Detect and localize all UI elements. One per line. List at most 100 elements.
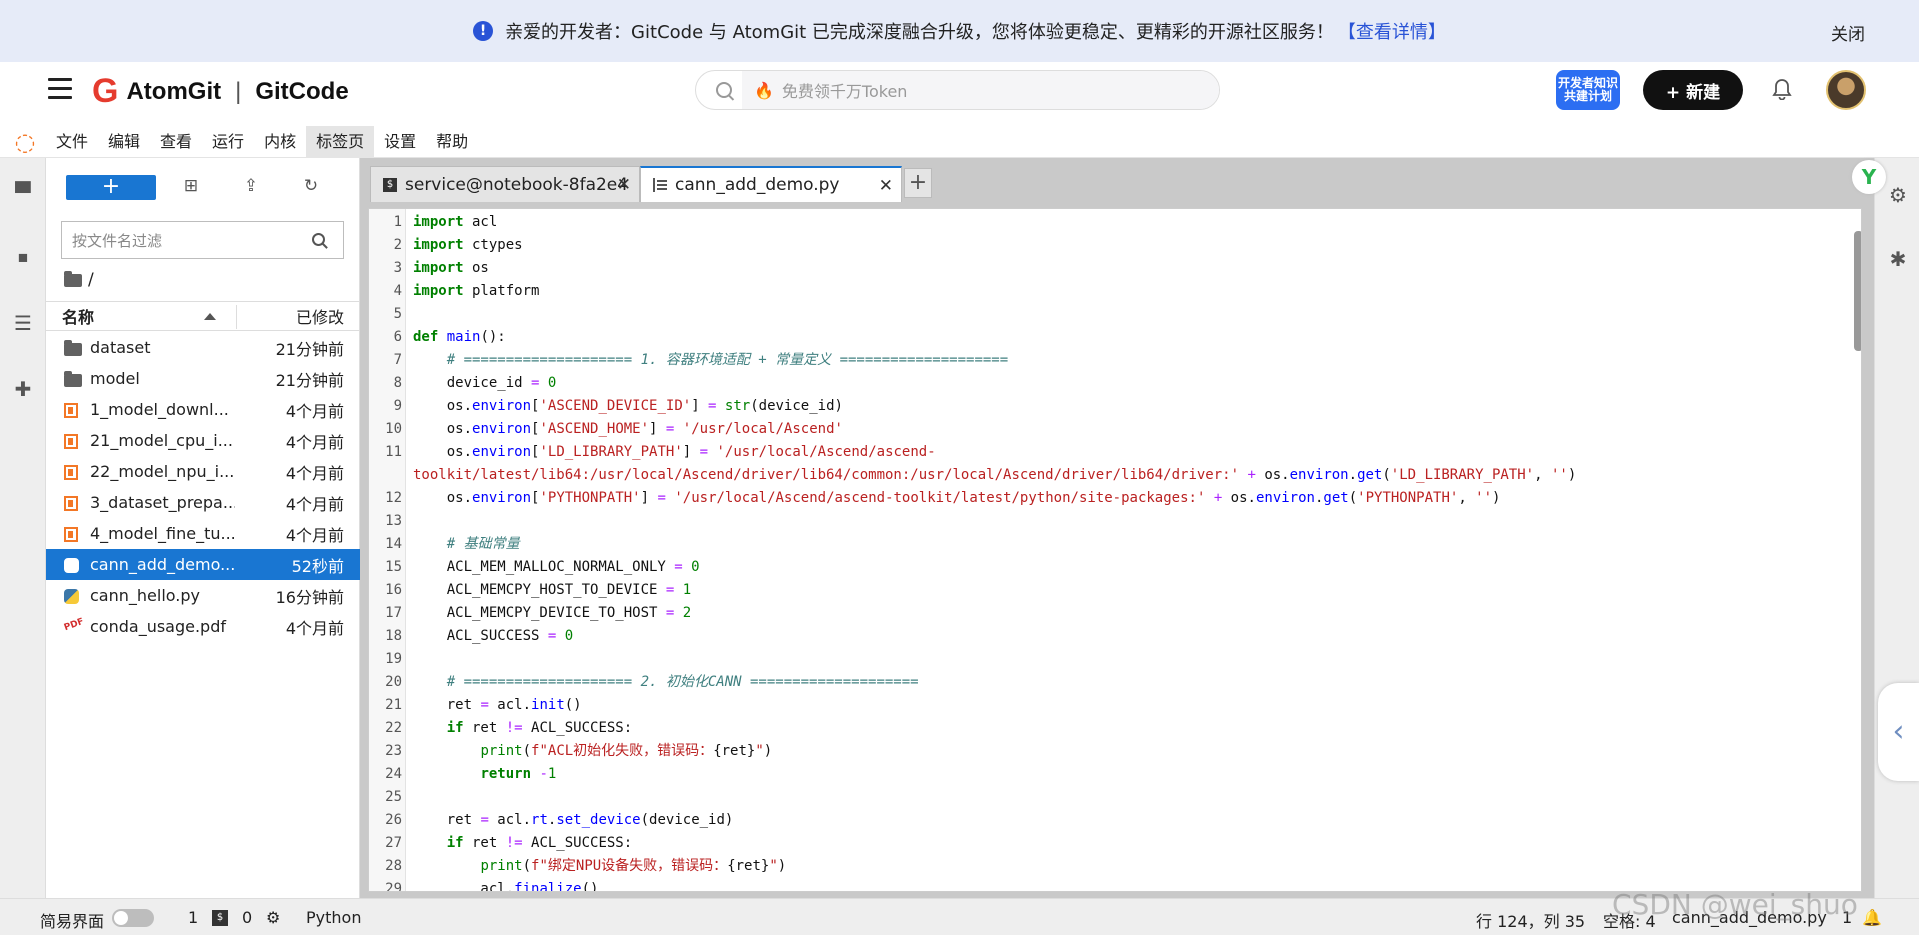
- line-number: 12: [385, 490, 402, 506]
- line-number: 4: [393, 283, 402, 299]
- upload-icon[interactable]: ⇪: [240, 176, 262, 198]
- column-modified[interactable]: 已修改: [296, 304, 344, 328]
- debugger-icon[interactable]: ✱: [1887, 248, 1909, 270]
- tab-terminal[interactable]: $ service@notebook-8fa2e4 ✕: [370, 166, 640, 202]
- file-modified: 16分钟前: [275, 587, 344, 607]
- file-name: conda_usage.pdf: [90, 617, 226, 636]
- file-row[interactable]: 3_dataset_prepa... 4个月前: [46, 487, 360, 518]
- line-number: 8: [393, 375, 402, 391]
- assistant-icon[interactable]: Y: [1852, 160, 1886, 194]
- close-tab-icon[interactable]: ✕: [617, 175, 631, 195]
- menu-kernel[interactable]: 内核: [254, 126, 306, 158]
- kernel-count[interactable]: 0: [242, 908, 252, 927]
- sort-ascending-icon: [204, 313, 216, 320]
- file-modified: 21分钟前: [275, 339, 344, 359]
- site-logo[interactable]: G AtomGit | GitCode: [92, 72, 349, 111]
- line-number: 14: [385, 536, 402, 552]
- line-number: 18: [385, 628, 402, 644]
- menu-file[interactable]: 文件: [46, 126, 98, 158]
- terminal-count[interactable]: 1: [188, 908, 198, 927]
- collapse-panel-chevron-icon[interactable]: ‹: [1878, 683, 1919, 781]
- menu-edit[interactable]: 编辑: [98, 126, 150, 158]
- line-number: 27: [385, 835, 402, 851]
- code-line: ACL_MEMCPY_HOST_TO_DEVICE = 1: [413, 582, 692, 598]
- breadcrumb[interactable]: /: [64, 270, 94, 290]
- banner-details-link[interactable]: 【查看详情】: [1338, 18, 1446, 44]
- new-button[interactable]: + 新建: [1643, 70, 1743, 110]
- line-number: 11: [385, 444, 402, 460]
- column-name[interactable]: 名称: [62, 304, 94, 328]
- line-number: 1: [393, 214, 402, 230]
- file-name: model: [90, 369, 140, 388]
- vertical-scrollbar[interactable]: [1853, 215, 1861, 887]
- refresh-icon[interactable]: ↻: [300, 176, 322, 198]
- file-browser: + ⊞ ⇪ ↻ 按文件名过滤 / 名称 已修改 dataset 21分钟前 mode…: [46, 158, 360, 898]
- menu-settings[interactable]: 设置: [374, 126, 426, 158]
- file-row[interactable]: cann_add_demo... 52秒前: [46, 549, 360, 580]
- watermark: CSDN @wei_shuo: [1612, 888, 1858, 921]
- property-inspector-icon[interactable]: ⚙: [1887, 184, 1909, 206]
- code-editor[interactable]: 1 import acl 2 import ctypes 3 import os 4 impo…: [368, 208, 1862, 892]
- line-number: 16: [385, 582, 402, 598]
- file-name: cann_hello.py: [90, 586, 200, 605]
- atomgit-logo-icon: G: [92, 72, 119, 110]
- file-filter-input[interactable]: 按文件名过滤: [61, 221, 344, 259]
- code-line: # 基础常量: [446, 536, 520, 552]
- notebook-icon: [64, 465, 78, 480]
- menu-tabs[interactable]: 标签页: [306, 126, 375, 158]
- kernel-gear-icon: ⚙: [266, 908, 281, 927]
- developer-program-badge[interactable]: 开发者知识共建计划: [1556, 70, 1620, 110]
- line-number: 22: [385, 720, 402, 736]
- search-input[interactable]: 🔥 免费领千万Token: [742, 71, 1219, 109]
- file-row[interactable]: cann_hello.py 16分钟前: [46, 580, 360, 611]
- file-modified: 21分钟前: [275, 370, 344, 390]
- file-name: 21_model_cpu_i...: [90, 431, 233, 450]
- file-row[interactable]: dataset 21分钟前: [46, 332, 360, 363]
- user-avatar[interactable]: [1826, 70, 1866, 110]
- jupyter-logo-icon: ◌: [14, 128, 36, 156]
- extensions-icon[interactable]: ✚: [12, 378, 34, 400]
- info-icon: !: [473, 21, 494, 41]
- code-line: ACL_SUCCESS = 0: [413, 628, 574, 644]
- menu-run[interactable]: 运行: [202, 126, 254, 158]
- running-kernels-icon[interactable]: ⏹: [12, 246, 34, 268]
- cursor-position[interactable]: 行 124，列 35: [1476, 908, 1585, 932]
- file-row[interactable]: 21_model_cpu_i... 4个月前: [46, 425, 360, 456]
- terminal-icon: $: [383, 177, 397, 192]
- brand-gitcode: GitCode: [255, 77, 349, 105]
- bell-icon[interactable]: [1772, 78, 1792, 100]
- simple-mode-toggle[interactable]: [112, 909, 154, 927]
- tab-label: cann_add_demo.py: [675, 175, 840, 195]
- add-tab-button[interactable]: +: [904, 168, 932, 198]
- tab-cann-add-demo[interactable]: cann_add_demo.py ✕: [640, 166, 902, 202]
- file-row[interactable]: 1_model_downl... 4个月前: [46, 394, 360, 425]
- notebook-icon: [64, 496, 78, 511]
- file-list-header: 名称 已修改: [46, 301, 360, 331]
- hamburger-menu-icon[interactable]: [48, 78, 72, 100]
- new-launcher-button[interactable]: +: [66, 175, 156, 200]
- table-of-contents-icon[interactable]: ☰: [12, 312, 34, 334]
- folder-icon[interactable]: ▀: [12, 182, 34, 204]
- banner-close-button[interactable]: 关闭: [1831, 20, 1865, 45]
- left-activity-bar: ▀ ⏹ ☰ ✚: [0, 158, 46, 898]
- code-line: acl.finalize(): [413, 881, 599, 892]
- close-tab-icon[interactable]: ✕: [879, 176, 893, 196]
- global-search[interactable]: 🔥 免费领千万Token: [695, 70, 1220, 110]
- kernel-name[interactable]: Python: [306, 908, 361, 927]
- menu-view[interactable]: 查看: [150, 126, 202, 158]
- new-folder-icon[interactable]: ⊞: [180, 176, 202, 198]
- file-row[interactable]: PDF conda_usage.pdf 4个月前: [46, 611, 360, 642]
- notebook-icon: [64, 403, 78, 418]
- file-row[interactable]: model 21分钟前: [46, 363, 360, 394]
- file-row[interactable]: 22_model_npu_i... 4个月前: [46, 456, 360, 487]
- notebook-icon: [64, 527, 78, 542]
- file-name: cann_add_demo...: [90, 555, 235, 574]
- text-file-icon: [653, 178, 667, 192]
- menu-help[interactable]: 帮助: [426, 126, 478, 158]
- code-line: # ==================== 1. 容器环境适配 + 常量定义 …: [446, 352, 1009, 368]
- file-name: 22_model_npu_i...: [90, 462, 235, 481]
- notification-bell-icon[interactable]: 🔔: [1862, 908, 1882, 927]
- editor-area: $ service@notebook-8fa2e4 ✕ cann_add_dem…: [360, 158, 1874, 898]
- file-row[interactable]: 4_model_fine_tu... 4个月前: [46, 518, 360, 549]
- folder-icon: [64, 371, 82, 387]
